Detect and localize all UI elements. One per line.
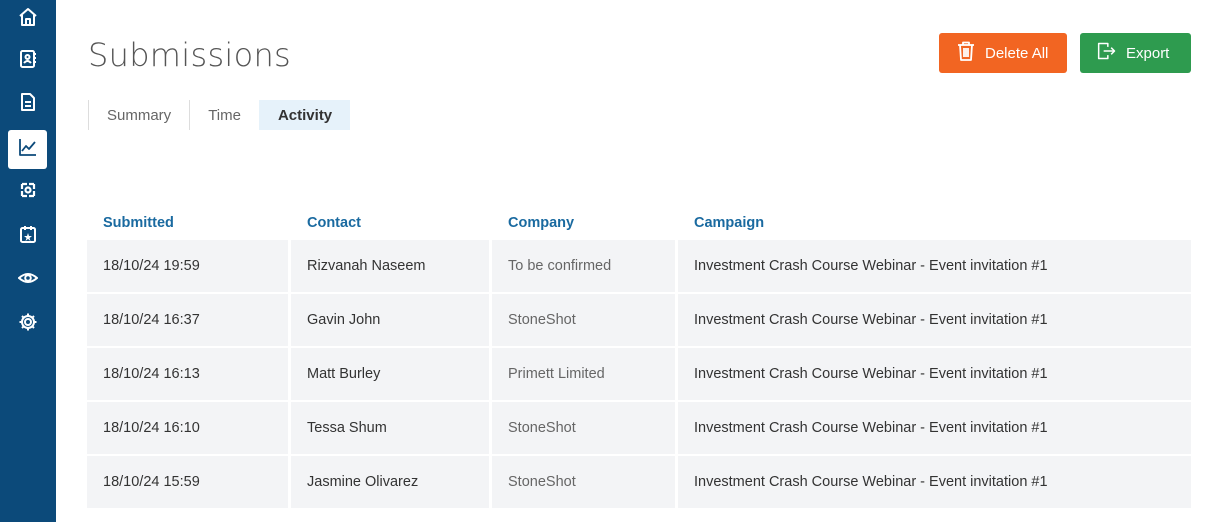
export-icon xyxy=(1097,40,1117,66)
table-header: Submitted Contact Company Campaign xyxy=(87,208,1191,238)
trash-icon xyxy=(956,40,976,66)
submissions-table: Submitted Contact Company Campaign 18/10… xyxy=(87,208,1191,508)
sidebar-item-home[interactable] xyxy=(8,0,47,39)
submitted-cell: 18/10/24 19:59 xyxy=(87,240,288,292)
campaign-cell: Investment Crash Course Webinar - Event … xyxy=(678,240,1191,292)
tab-time[interactable]: Time xyxy=(189,100,259,130)
contact-cell: Tessa Shum xyxy=(291,402,489,454)
export-label: Export xyxy=(1126,44,1170,62)
column-header-campaign[interactable]: Campaign xyxy=(678,215,1191,231)
company-cell: StoneShot xyxy=(492,456,675,508)
export-button[interactable]: Export xyxy=(1080,33,1191,73)
chart-line-icon xyxy=(18,137,38,162)
sidebar-item-events[interactable] xyxy=(8,217,47,256)
column-header-submitted[interactable]: Submitted xyxy=(87,215,288,231)
submitted-cell: 18/10/24 15:59 xyxy=(87,456,288,508)
sidebar-item-automation[interactable] xyxy=(8,173,47,212)
submitted-cell: 18/10/24 16:13 xyxy=(87,348,288,400)
eye-icon xyxy=(16,268,39,293)
document-icon xyxy=(18,92,38,117)
home-icon xyxy=(18,7,38,32)
company-cell: To be confirmed xyxy=(492,240,675,292)
campaign-cell: Investment Crash Course Webinar - Event … xyxy=(678,456,1191,508)
sidebar-item-preview[interactable] xyxy=(8,261,47,300)
page-title: Submissions xyxy=(88,36,292,74)
contact-cell: Rizvanah Naseem xyxy=(291,240,489,292)
table-row[interactable]: 18/10/24 19:59 Rizvanah Naseem To be con… xyxy=(87,240,1191,292)
column-header-contact[interactable]: Contact xyxy=(291,215,489,231)
gear-icon xyxy=(18,312,38,337)
calendar-star-icon xyxy=(18,224,38,249)
submitted-cell: 18/10/24 16:37 xyxy=(87,294,288,346)
tab-bar: Summary Time Activity xyxy=(88,100,351,130)
contact-cell: Jasmine Olivarez xyxy=(291,456,489,508)
table-row[interactable]: 18/10/24 15:59 Jasmine Olivarez StoneSho… xyxy=(87,456,1191,508)
campaign-cell: Investment Crash Course Webinar - Event … xyxy=(678,348,1191,400)
contact-cell: Matt Burley xyxy=(291,348,489,400)
delete-all-label: Delete All xyxy=(985,44,1049,62)
sidebar xyxy=(0,0,56,522)
company-cell: StoneShot xyxy=(492,402,675,454)
company-cell: StoneShot xyxy=(492,294,675,346)
sidebar-item-contacts[interactable] xyxy=(8,42,47,81)
contacts-book-icon xyxy=(18,49,38,74)
table-row[interactable]: 18/10/24 16:10 Tessa Shum StoneShot Inve… xyxy=(87,402,1191,454)
campaign-cell: Investment Crash Course Webinar - Event … xyxy=(678,294,1191,346)
delete-all-button[interactable]: Delete All xyxy=(939,33,1067,73)
table-row[interactable]: 18/10/24 16:13 Matt Burley Primett Limit… xyxy=(87,348,1191,400)
tab-activity[interactable]: Activity xyxy=(258,100,351,130)
campaign-cell: Investment Crash Course Webinar - Event … xyxy=(678,402,1191,454)
column-header-company[interactable]: Company xyxy=(492,215,675,231)
tab-summary[interactable]: Summary xyxy=(88,100,189,130)
table-row[interactable]: 18/10/24 16:37 Gavin John StoneShot Inve… xyxy=(87,294,1191,346)
sidebar-item-settings[interactable] xyxy=(8,305,47,344)
submitted-cell: 18/10/24 16:10 xyxy=(87,402,288,454)
contact-cell: Gavin John xyxy=(291,294,489,346)
sidebar-item-documents[interactable] xyxy=(8,85,47,124)
company-cell: Primett Limited xyxy=(492,348,675,400)
recycle-arrows-icon xyxy=(18,180,38,205)
sidebar-item-analytics[interactable] xyxy=(8,130,47,169)
